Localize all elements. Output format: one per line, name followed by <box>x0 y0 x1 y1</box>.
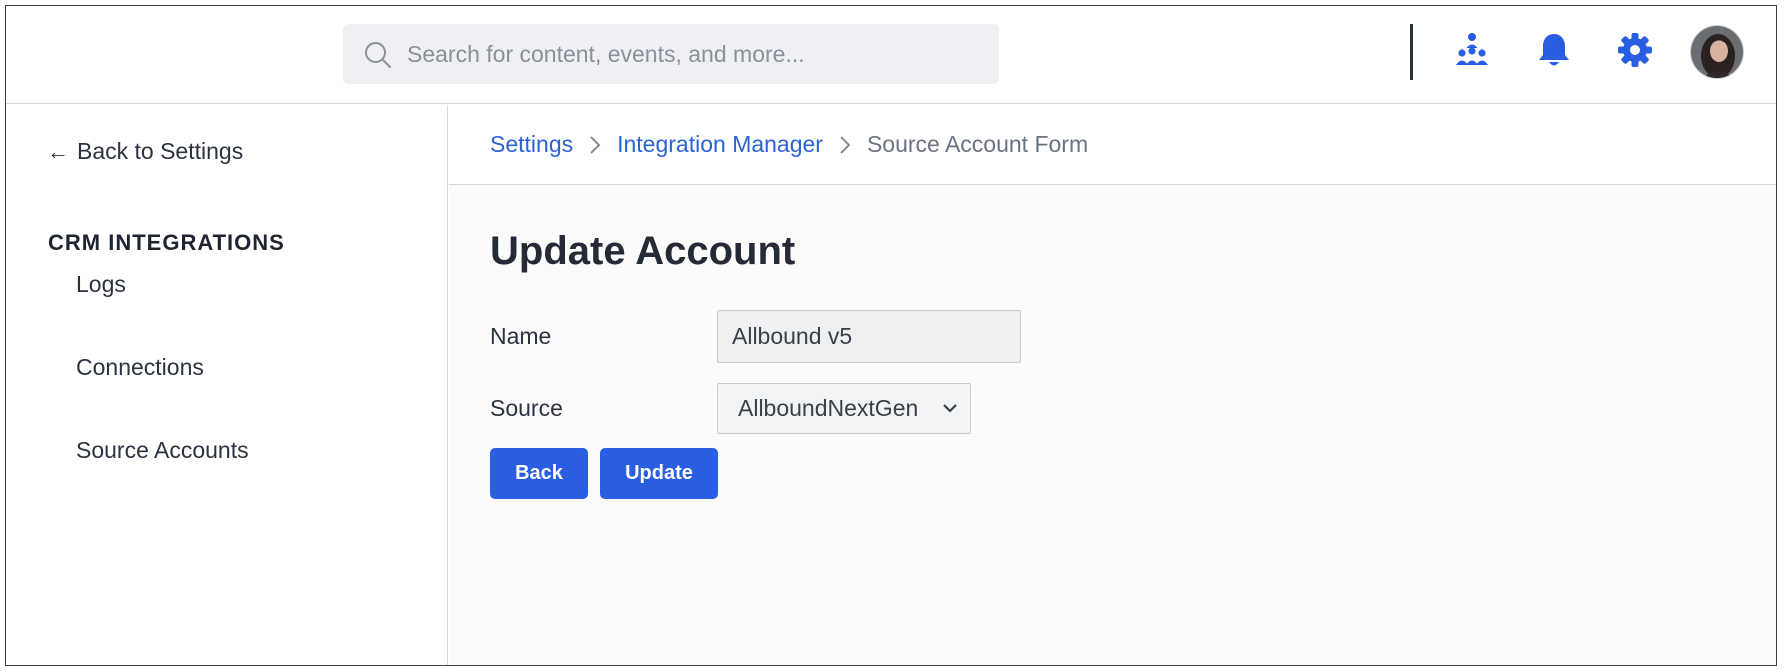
hierarchy-icon[interactable] <box>1452 30 1492 70</box>
search-bar[interactable] <box>343 24 999 84</box>
source-select[interactable]: AllboundNextGen <box>717 383 971 434</box>
breadcrumb-current: Source Account Form <box>866 131 1089 157</box>
avatar[interactable] <box>1690 25 1744 79</box>
breadcrumb: Settings Integration Manager Source Acco… <box>449 105 1776 185</box>
breadcrumb-integration-manager[interactable]: Integration Manager <box>617 131 823 158</box>
bell-icon[interactable] <box>1534 30 1574 70</box>
main-content: Settings Integration Manager Source Acco… <box>449 105 1776 665</box>
sidebar-item-connections[interactable]: Connections <box>76 354 204 381</box>
app-window: ← Back to Settings CRM INTEGRATIONS Logs… <box>5 5 1777 666</box>
section-title: CRM INTEGRATIONS <box>48 230 285 255</box>
sidebar-item-source-accounts[interactable]: Source Accounts <box>76 437 249 464</box>
sidebar: ← Back to Settings CRM INTEGRATIONS Logs… <box>6 105 448 665</box>
arrow-left-icon: ← <box>47 138 69 164</box>
back-to-settings-link[interactable]: ← Back to Settings <box>47 138 243 165</box>
sidebar-item-logs[interactable]: Logs <box>76 271 126 298</box>
page-title: Update Account <box>490 229 796 273</box>
chevron-down-icon <box>943 404 957 413</box>
back-to-settings-label: Back to Settings <box>77 138 244 164</box>
chevron-right-icon <box>589 135 601 155</box>
chevron-right-icon <box>839 135 851 155</box>
search-icon <box>365 42 391 68</box>
source-label: Source <box>490 395 563 421</box>
update-button[interactable]: Update <box>600 448 718 499</box>
user-photo-icon <box>1691 26 1743 78</box>
toolbar-divider <box>1410 24 1413 80</box>
search-input[interactable] <box>407 24 987 84</box>
gear-icon[interactable] <box>1615 30 1655 70</box>
name-label: Name <box>490 323 552 349</box>
back-button[interactable]: Back <box>490 448 588 499</box>
top-bar <box>6 6 1776 104</box>
source-select-value: AllboundNextGen <box>738 395 919 421</box>
breadcrumb-settings[interactable]: Settings <box>490 131 573 158</box>
name-field[interactable] <box>717 310 1021 363</box>
